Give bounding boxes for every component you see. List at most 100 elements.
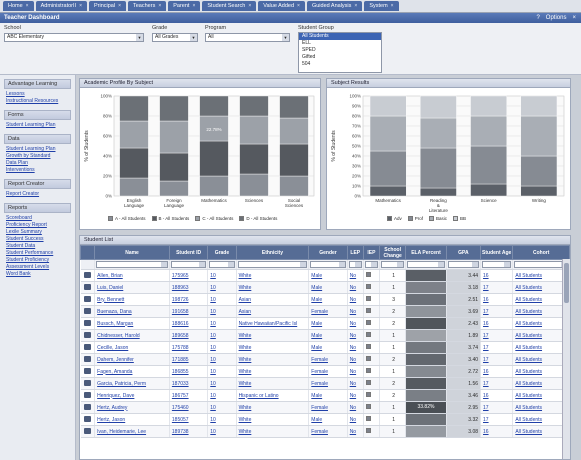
school-select[interactable]: ABC Elementary ▼ (4, 33, 144, 42)
close-icon[interactable]: × (118, 1, 121, 11)
column-filter-input[interactable] (364, 261, 378, 268)
ethnicity-link[interactable]: White (239, 417, 252, 423)
close-icon[interactable]: × (26, 1, 29, 11)
student-age-link[interactable]: 17 (483, 381, 489, 387)
grade-link[interactable]: 10 (210, 357, 216, 363)
grade-link[interactable]: 10 (210, 297, 216, 303)
table-row[interactable]: Buenaza, Dana 191658 10 Asian Female No 2 3.69 1… (80, 305, 570, 318)
name-link[interactable]: Bry, Bennett (97, 297, 124, 303)
student-id-link[interactable]: 175965 (172, 273, 189, 279)
iep-checkbox[interactable] (365, 344, 371, 349)
sidebar-link[interactable]: Student Success (4, 236, 71, 243)
name-link[interactable]: Cecille, Jason (97, 345, 128, 351)
gender-link[interactable]: Male (311, 297, 322, 303)
lep-link[interactable]: No (350, 321, 356, 327)
lep-link[interactable]: No (350, 309, 356, 315)
cohort-link[interactable]: All Students (515, 369, 542, 375)
ethnicity-link[interactable]: Asian (239, 309, 252, 315)
close-icon[interactable]: × (391, 1, 394, 11)
grade-link[interactable]: 10 (210, 381, 216, 387)
column-header[interactable]: Student ID (168, 245, 209, 260)
table-row[interactable]: Ivan, Heidemarie, Lee 189738 10 White Female… (80, 425, 570, 438)
sidebar-link[interactable]: Assessment Levels (4, 264, 71, 271)
close-icon[interactable]: × (248, 1, 251, 11)
close-icon[interactable]: × (297, 1, 300, 11)
column-filter-input[interactable] (209, 261, 235, 268)
name-link[interactable]: Allen, Brian (97, 273, 123, 279)
sidebar-link[interactable]: Proficiency Report (4, 222, 71, 229)
listbox-option[interactable]: All Students (299, 33, 381, 40)
tab-guided-analysis[interactable]: Guided Analysis × (306, 1, 363, 11)
grade-link[interactable]: 10 (210, 309, 216, 315)
sidebar-link[interactable]: Scoreboard (4, 215, 71, 222)
listbox-option[interactable]: Gifted (299, 54, 381, 61)
sidebar-section-header[interactable]: Reports (4, 203, 71, 213)
gender-link[interactable]: Female (311, 357, 328, 363)
filter-icon[interactable] (437, 262, 444, 267)
cohort-link[interactable]: All Students (515, 345, 542, 351)
student-id-link[interactable]: 189738 (172, 429, 189, 435)
ethnicity-link[interactable]: White (239, 369, 252, 375)
gender-link[interactable]: Male (311, 393, 322, 399)
cohort-link[interactable]: All Students (515, 405, 542, 411)
student-card-icon[interactable] (83, 319, 91, 326)
ethnicity-link[interactable]: Hispanic or Latino (239, 393, 279, 399)
cohort-link[interactable]: All Students (515, 285, 542, 291)
column-filter-input[interactable] (348, 261, 362, 268)
cohort-link[interactable]: All Students (515, 393, 542, 399)
filter-icon[interactable] (472, 262, 479, 267)
student-card-icon[interactable] (83, 427, 91, 434)
table-row[interactable]: Dahem, Jennifer 171885 10 White Female No 2 3.4… (80, 353, 570, 366)
listbox-option[interactable]: ELL (299, 40, 381, 47)
grade-link[interactable]: 10 (210, 369, 216, 375)
student-age-link[interactable]: 16 (483, 297, 489, 303)
lep-link[interactable]: No (350, 333, 356, 339)
grade-link[interactable]: 10 (210, 429, 216, 435)
column-header[interactable]: Gender (308, 245, 348, 260)
gender-link[interactable]: Male (311, 417, 322, 423)
filter-icon[interactable] (338, 262, 345, 267)
gender-link[interactable]: Female (311, 369, 328, 375)
filter-icon[interactable] (160, 262, 167, 267)
sidebar-link[interactable]: Student Proficiency (4, 257, 71, 264)
ethnicity-link[interactable]: White (239, 357, 252, 363)
column-header[interactable]: Name (94, 245, 170, 260)
close-icon[interactable]: × (572, 13, 576, 23)
sidebar-section-header[interactable]: Advantage Learning (4, 79, 71, 89)
iep-checkbox[interactable] (365, 272, 371, 277)
ethnicity-link[interactable]: White (239, 429, 252, 435)
ethnicity-link[interactable]: White (239, 285, 252, 291)
gender-link[interactable]: Female (311, 309, 328, 315)
column-header[interactable]: Cohort (512, 245, 570, 260)
column-filter-input[interactable] (407, 261, 445, 268)
gender-link[interactable]: Female (311, 429, 328, 435)
listbox-option[interactable]: SPED (299, 47, 381, 54)
iep-checkbox[interactable] (365, 428, 371, 433)
ethnicity-link[interactable]: White (239, 273, 252, 279)
sidebar-link[interactable]: Instructional Resources (4, 98, 71, 105)
student-age-link[interactable]: 16 (483, 273, 489, 279)
tab-home[interactable]: Home × (3, 1, 34, 11)
student-card-icon[interactable] (83, 367, 91, 374)
ethnicity-link[interactable]: White (239, 333, 252, 339)
grade-link[interactable]: 10 (210, 345, 216, 351)
student-card-icon[interactable] (83, 391, 91, 398)
close-icon[interactable]: × (354, 1, 357, 11)
tab-principal[interactable]: Principal × (88, 1, 126, 11)
grade-link[interactable]: 10 (210, 405, 216, 411)
column-filter-input[interactable] (381, 261, 405, 268)
grade-link[interactable]: 10 (210, 321, 216, 327)
table-row[interactable]: Henriquez, Dave 186757 10 Hispanic or Latin… (80, 389, 570, 402)
student-id-link[interactable]: 191658 (172, 309, 189, 315)
sidebar-section-header[interactable]: Data (4, 134, 71, 144)
student-card-icon[interactable] (83, 355, 91, 362)
grade-link[interactable]: 10 (210, 393, 216, 399)
student-age-link[interactable]: 17 (483, 357, 489, 363)
gender-link[interactable]: Male (311, 333, 322, 339)
cohort-link[interactable]: All Students (515, 381, 542, 387)
student-id-link[interactable]: 187033 (172, 381, 189, 387)
gender-link[interactable]: Female (311, 405, 328, 411)
student-card-icon[interactable] (83, 283, 91, 290)
column-header[interactable]: Grade (207, 245, 237, 260)
close-icon[interactable]: × (192, 1, 195, 11)
